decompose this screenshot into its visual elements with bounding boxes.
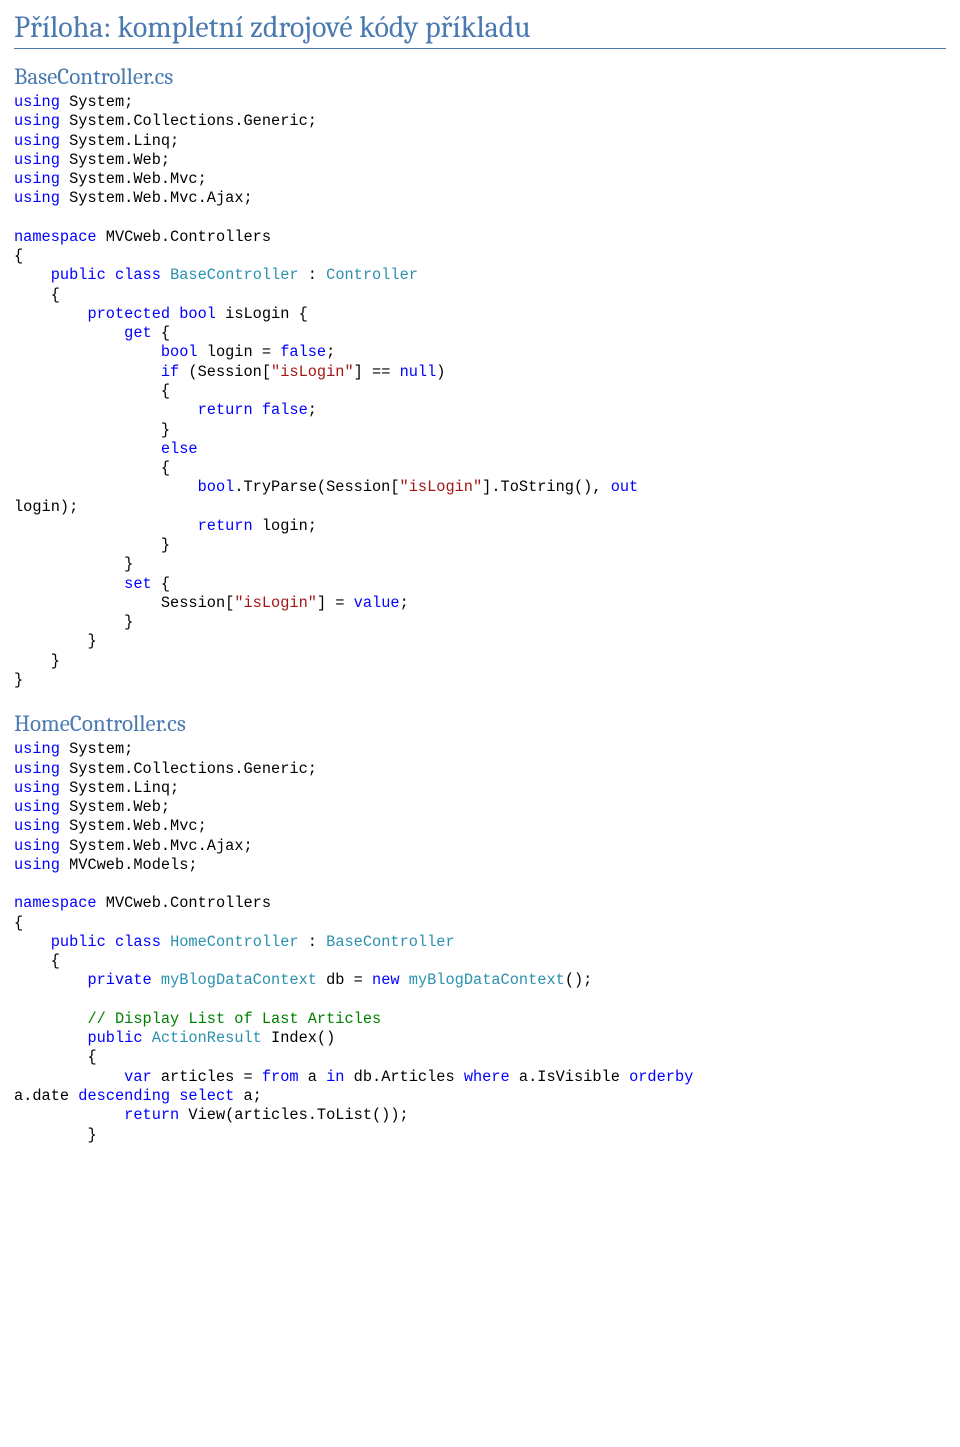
code-token: value [354, 594, 400, 612]
code-token: null [400, 363, 437, 381]
code-token: class [115, 933, 161, 951]
code-token: private [87, 971, 151, 989]
code-token: "isLogin" [400, 478, 483, 496]
code-token: using [14, 779, 60, 797]
code-token: ActionResult [152, 1029, 262, 1047]
code-token: public [87, 1029, 142, 1047]
code-token: using [14, 740, 60, 758]
code-token: get [124, 324, 152, 342]
code-token: myBlogDataContext [409, 971, 565, 989]
code-token: in [326, 1068, 344, 1086]
code-token: where [464, 1068, 510, 1086]
code-token: bool [161, 343, 198, 361]
page-title: Příloha: kompletní zdrojové kódy příklad… [14, 10, 946, 49]
code-token: using [14, 93, 60, 111]
code-token: out [611, 478, 639, 496]
code-token: return [198, 401, 253, 419]
code-token: public [51, 266, 106, 284]
code-token: // Display List of Last Articles [87, 1010, 381, 1028]
code-block: using System; using System.Collections.G… [14, 740, 946, 1145]
code-token: from [262, 1068, 299, 1086]
code-token: bool [198, 478, 235, 496]
code-token: using [14, 132, 60, 150]
code-token: using [14, 170, 60, 188]
code-token: class [115, 266, 161, 284]
code-token: using [14, 151, 60, 169]
code-token: "isLogin" [271, 363, 354, 381]
code-token: using [14, 837, 60, 855]
code-token: if [161, 363, 179, 381]
code-token: descending [78, 1087, 170, 1105]
code-token: protected [87, 305, 170, 323]
code-block: using System; using System.Collections.G… [14, 93, 946, 690]
code-token: public [51, 933, 106, 951]
code-token: using [14, 112, 60, 130]
code-token: set [124, 575, 152, 593]
code-token: BaseController [170, 266, 299, 284]
code-token: return [198, 517, 253, 535]
code-token: false [262, 401, 308, 419]
code-token: else [161, 440, 198, 458]
code-token: myBlogDataContext [161, 971, 317, 989]
section-heading: BaseController.cs [14, 63, 946, 90]
code-token: BaseController [326, 933, 455, 951]
code-token: using [14, 760, 60, 778]
code-token: "isLogin" [234, 594, 317, 612]
code-token: using [14, 798, 60, 816]
code-token: bool [179, 305, 216, 323]
code-token: using [14, 817, 60, 835]
code-token: var [124, 1068, 152, 1086]
code-token: HomeController [170, 933, 299, 951]
code-token: select [179, 1087, 234, 1105]
code-token: orderby [629, 1068, 693, 1086]
code-token: using [14, 856, 60, 874]
code-token: new [372, 971, 400, 989]
code-token: using [14, 189, 60, 207]
code-token: Controller [326, 266, 418, 284]
code-token: false [280, 343, 326, 361]
code-token: namespace [14, 228, 97, 246]
code-token: return [124, 1106, 179, 1124]
section-heading: HomeController.cs [14, 710, 946, 737]
code-token: namespace [14, 894, 97, 912]
